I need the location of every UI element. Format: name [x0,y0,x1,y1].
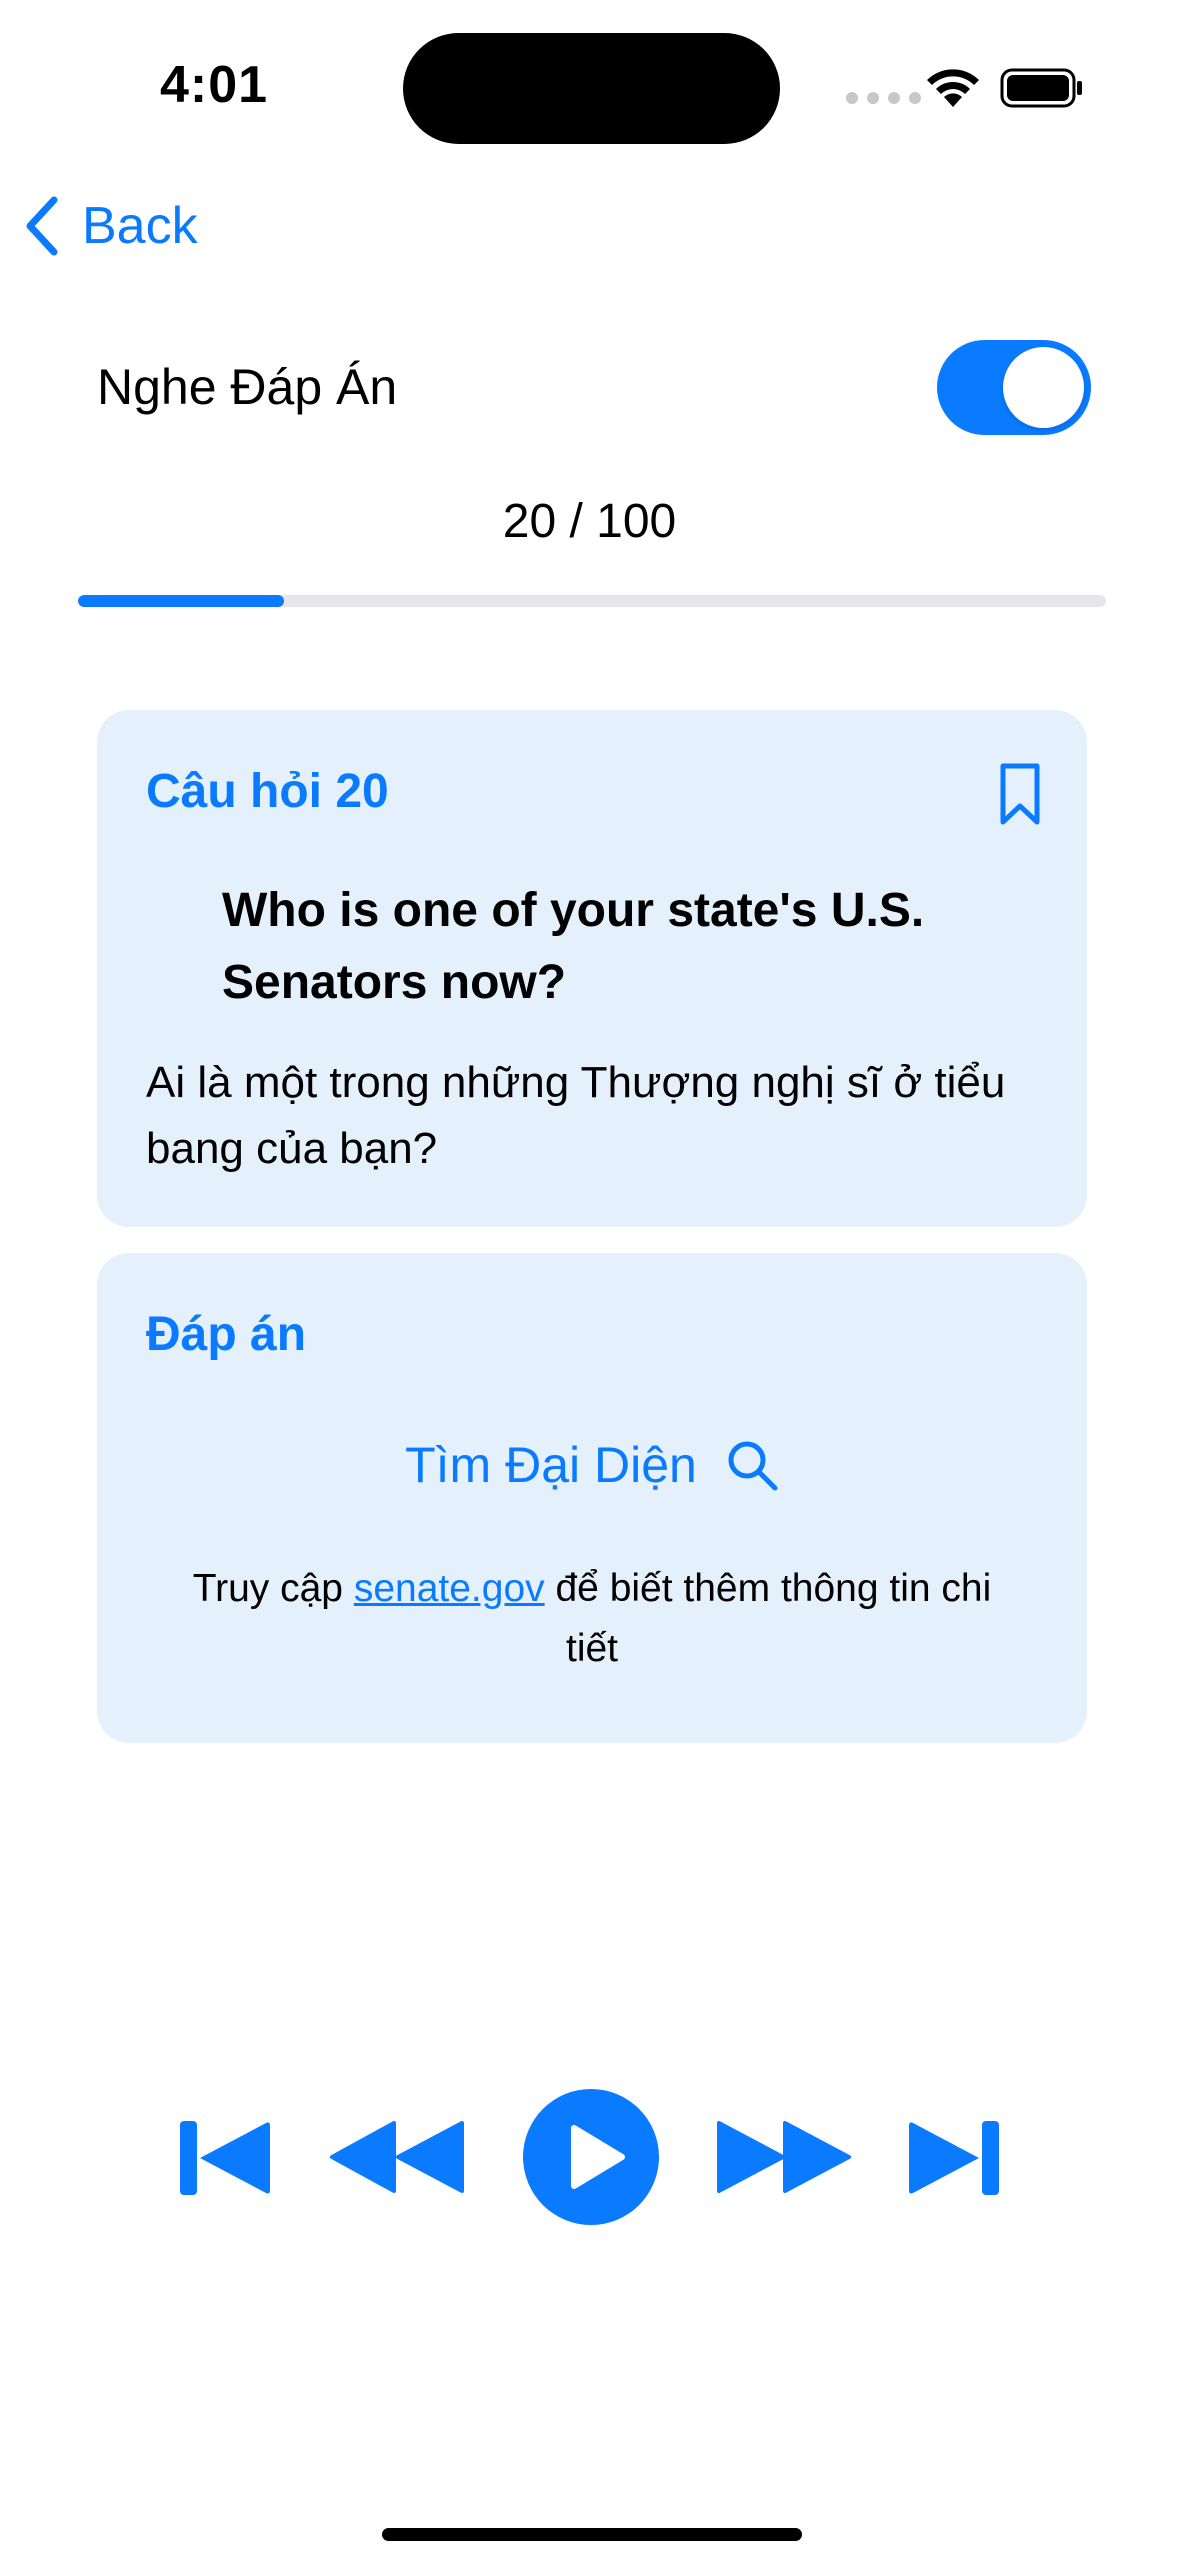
progress-counter: 20 / 100 [502,495,677,548]
note-suffix: để biết thêm thông tin chi tiết [544,1567,992,1670]
question-english: Who is one of your state's U.S. Senators… [222,884,925,1009]
answer-title: Đáp án [146,1308,307,1361]
play-button[interactable] [522,2088,660,2226]
answer-card: Đáp án Tìm Đại Diện Truy cập senate.gov … [97,1253,1087,1743]
home-indicator[interactable] [382,2528,802,2541]
skip-to-end-icon[interactable] [908,2119,1001,2197]
bookmark-icon[interactable] [999,762,1041,826]
toggle-knob [1003,347,1084,428]
note-prefix: Truy cập [192,1567,354,1610]
audio-player-controls [0,2088,1179,2228]
battery-icon [1000,68,1082,108]
rewind-icon[interactable] [330,2121,465,2193]
question-number: Câu hỏi 20 [146,765,389,818]
wifi-icon [927,69,979,107]
status-time: 4:01 [160,56,269,114]
progress-bar-fill [78,595,284,607]
question-vietnamese: Ai là một trong những Thượng nghị sĩ ở t… [146,1058,1006,1173]
fast-forward-icon[interactable] [716,2121,851,2193]
find-representative-button[interactable]: Tìm Đại Diện [97,1436,1087,1494]
senate-info-note: Truy cập senate.gov để biết thêm thông t… [187,1559,997,1679]
back-label: Back [82,197,198,255]
search-icon [728,1441,778,1491]
question-card: Câu hỏi 20 Who is one of your state's U.… [97,710,1087,1227]
senate-link[interactable]: senate.gov [354,1567,545,1610]
chevron-left-icon [26,196,58,256]
skip-to-start-icon[interactable] [178,2119,271,2197]
back-button[interactable]: Back [22,196,198,256]
cellular-signal-icon [846,92,921,104]
find-representative-label: Tìm Đại Diện [405,1437,697,1493]
listen-answer-label: Nghe Đáp Án [97,359,398,415]
dynamic-island [403,33,780,144]
listen-answer-toggle[interactable] [937,340,1091,435]
progress-bar [78,595,1106,607]
